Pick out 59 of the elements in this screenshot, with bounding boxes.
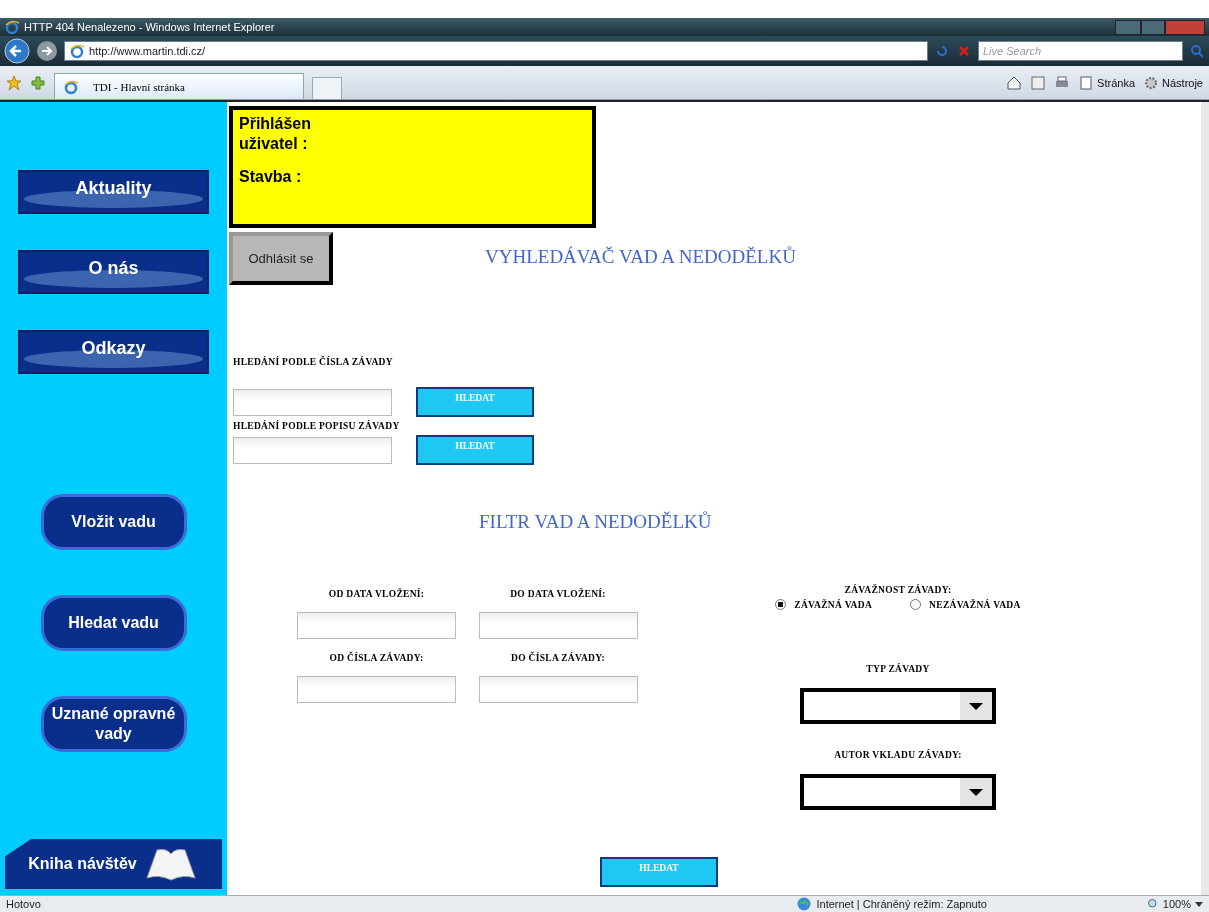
caret-icon	[960, 778, 992, 806]
radio-label: ZÁVAŽNÁ VADA	[794, 599, 873, 610]
field-label: ZÁVAŽNOST ZÁVADY:	[844, 585, 952, 595]
field-label: OD ČÍSLA ZÁVADY:	[329, 653, 424, 663]
nav-button[interactable]: Uznané opravné vady	[40, 696, 187, 752]
address-field[interactable]: http://www.martin.tdi.cz/	[64, 41, 928, 61]
radio-button[interactable]	[775, 599, 787, 610]
filter-input[interactable]	[297, 676, 456, 703]
field-label: DO ČÍSLA ZÁVADY:	[511, 653, 605, 663]
minimize-button[interactable]	[1115, 19, 1141, 35]
forward-icon[interactable]	[36, 40, 58, 62]
search-icon	[1189, 43, 1205, 59]
user-label: Přihlášen uživatel :	[239, 114, 313, 154]
filter-input[interactable]	[478, 676, 638, 703]
ie-logo-icon	[63, 78, 79, 95]
nav-button[interactable]: Hledat vadu	[40, 595, 187, 651]
logout-button[interactable]: Odhlásit se	[229, 232, 333, 285]
section-heading: FILTR VAD A NEDODĚLKŮ	[479, 511, 713, 533]
status-text: Hotovo	[6, 898, 41, 910]
field-label: HLEDÁNÍ PODLE ČÍSLA ZÁVADY	[233, 357, 394, 367]
field-label: TYP ZÁVADY	[866, 664, 930, 674]
maximize-button[interactable]	[1141, 19, 1165, 35]
gear-icon	[1143, 74, 1160, 91]
dropdown[interactable]	[800, 774, 996, 810]
radio-label: NEZÁVAŽNÁ VADA	[929, 599, 1021, 610]
section-heading: VYHLEDÁVAČ VAD A NEDODĚLKŮ	[485, 246, 796, 268]
dropdown[interactable]	[800, 688, 996, 724]
caret-icon	[960, 692, 992, 720]
field-label: DO DATA VLOŽENÍ:	[510, 589, 606, 599]
toolbar-menu[interactable]: Nástroje	[1143, 74, 1203, 91]
filter-input[interactable]	[297, 612, 456, 639]
new-tab-button[interactable]	[312, 77, 342, 99]
search-input[interactable]	[233, 388, 392, 416]
field-label: OD DATA VLOŽENÍ:	[328, 589, 425, 599]
radio-button[interactable]	[910, 599, 922, 610]
star-icon	[6, 74, 22, 91]
field-label: HLEDÁNÍ PODLE POPISU ZÁVADY	[233, 421, 401, 431]
site-label: Stavba :	[239, 168, 303, 186]
nav-button[interactable]: Odkazy	[18, 330, 209, 374]
security-zone-text: Internet | Chráněný režim: Zapnuto	[816, 898, 987, 910]
nav-button[interactable]: Aktuality	[18, 170, 209, 214]
zoom-icon	[1146, 898, 1159, 910]
refresh-icon	[934, 43, 950, 59]
guestbook-button[interactable]: Kniha návštěv	[5, 839, 222, 889]
back-icon[interactable]	[4, 38, 30, 64]
toolbar-menu[interactable]: Stránka	[1078, 74, 1136, 91]
ie-logo-icon	[4, 19, 20, 35]
window-title: HTTP 404 Nenalezeno - Windows Internet Explorer	[24, 21, 275, 33]
globe-icon	[796, 896, 813, 912]
filter-input[interactable]	[478, 612, 638, 639]
zoom-control[interactable]: 100%	[1146, 898, 1203, 910]
browser-tab[interactable]: TDI - Hlavní stránka	[54, 73, 304, 99]
nav-button[interactable]: O nás	[18, 250, 209, 294]
home-icon	[1006, 74, 1023, 91]
caret-icon	[1195, 900, 1203, 908]
nav-button[interactable]: Vložit vadu	[40, 494, 187, 550]
close-button[interactable]	[1165, 19, 1205, 35]
field-label: AUTOR VKLADU ZÁVADY:	[834, 750, 962, 760]
search-input[interactable]	[233, 436, 392, 464]
